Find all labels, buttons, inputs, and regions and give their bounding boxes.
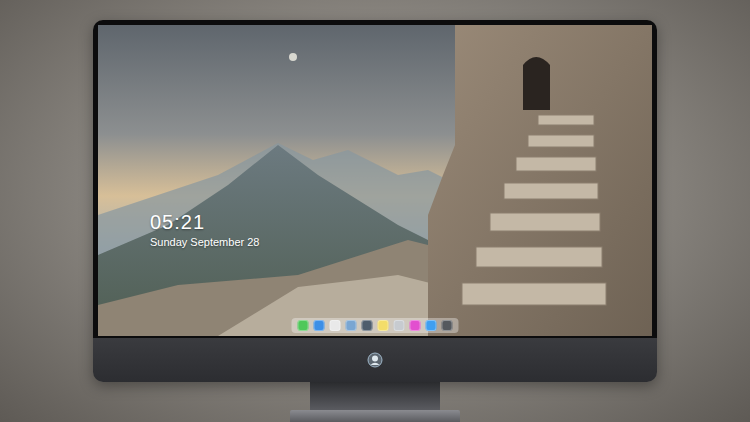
app-icon[interactable] bbox=[378, 320, 389, 331]
monitor-chin bbox=[93, 338, 657, 382]
app-icon[interactable] bbox=[442, 320, 453, 331]
monitor: 05:21 Sunday September 28 bbox=[93, 20, 657, 382]
monitor-stand bbox=[310, 382, 440, 410]
app-icon[interactable] bbox=[346, 320, 357, 331]
wallpaper-photo bbox=[98, 25, 652, 336]
logo-icon bbox=[367, 352, 383, 368]
clock-date: Sunday September 28 bbox=[150, 236, 259, 249]
app-icon[interactable] bbox=[362, 320, 373, 331]
desktop-background: 05:21 Sunday September 28 bbox=[0, 0, 750, 422]
dock bbox=[292, 318, 459, 333]
app-icon[interactable] bbox=[394, 320, 405, 331]
app-icon[interactable] bbox=[330, 320, 341, 331]
app-icon[interactable] bbox=[314, 320, 325, 331]
monitor-bezel: 05:21 Sunday September 28 bbox=[93, 20, 657, 338]
app-icon[interactable] bbox=[426, 320, 437, 331]
app-icon[interactable] bbox=[410, 320, 421, 331]
lock-screen-clock: 05:21 Sunday September 28 bbox=[150, 211, 259, 249]
clock-time: 05:21 bbox=[150, 211, 259, 233]
screen: 05:21 Sunday September 28 bbox=[98, 25, 652, 336]
app-icon[interactable] bbox=[298, 320, 309, 331]
monitor-stand-base bbox=[290, 410, 460, 422]
